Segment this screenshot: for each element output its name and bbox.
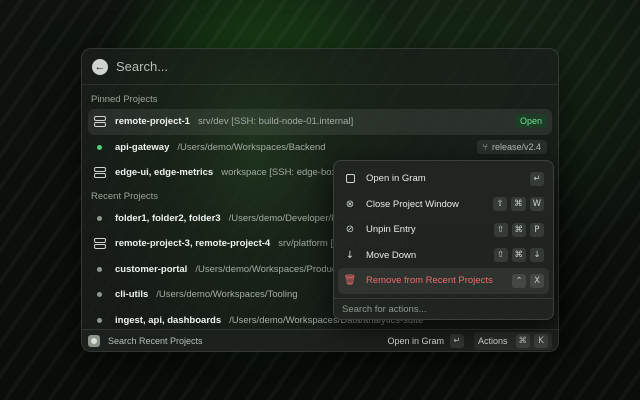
enter-key-icon: ↵	[449, 333, 464, 348]
dot-icon	[97, 292, 102, 298]
project-name: folder1, folder2, folder3	[115, 212, 221, 224]
down-key-icon: ↓	[530, 248, 544, 263]
project-path: /Users/demo/Workspaces/Backend	[177, 141, 326, 153]
trash-icon: 🗑	[343, 275, 357, 287]
search-input[interactable]	[116, 59, 416, 74]
list-item[interactable]: remote-project-1 srv/dev [SSH: build-nod…	[88, 109, 552, 135]
server-icon	[93, 167, 106, 179]
file-icon	[344, 174, 356, 184]
unpin-icon: ⊘	[345, 224, 355, 236]
server-icon	[93, 238, 106, 250]
action-unpin-entry[interactable]: ⊘ Unpin Entry ⇧ ⌘ P	[338, 217, 549, 243]
footer-label: Search Recent Projects	[108, 335, 203, 346]
project-name: remote-project-1	[115, 116, 190, 128]
search-bar: ←	[82, 49, 558, 85]
branch-badge: ⑂ release/v2.4	[476, 139, 547, 154]
shift-key-icon: ⇧	[493, 222, 508, 237]
actions-button[interactable]: Actions ⌘ K	[473, 331, 552, 350]
list-item[interactable]: api-gateway /Users/demo/Workspaces/Backe…	[88, 135, 552, 161]
app-logo-icon	[88, 334, 100, 347]
command-key-icon: ⌘	[511, 222, 526, 237]
k-key-icon: K	[534, 333, 548, 348]
open-badge: Open	[514, 114, 547, 128]
shift-key-icon: ⇧	[493, 197, 508, 212]
project-name: edge-ui, edge-metrics	[115, 167, 214, 179]
action-remove-from-recent[interactable]: 🗑 Remove from Recent Projects ⌃ X	[338, 268, 549, 294]
project-path: /Users/demo/Workspaces/Tooling	[156, 289, 298, 301]
shift-key-icon: ⇧	[493, 248, 508, 263]
command-key-icon: ⌘	[511, 248, 526, 263]
command-key-icon: ⌘	[511, 197, 526, 212]
command-key-icon: ⌘	[515, 333, 530, 348]
server-icon	[93, 116, 106, 128]
x-key-icon: X	[530, 273, 544, 288]
section-title-pinned: Pinned Projects	[91, 94, 158, 105]
enter-key-icon: ↵	[530, 171, 544, 186]
close-circle-icon: ⊗	[345, 198, 355, 210]
project-path: srv/dev [SSH: build-node-01.internal]	[197, 116, 354, 128]
p-key-icon: P	[530, 222, 544, 237]
action-label: Unpin Entry	[366, 224, 416, 236]
actions-search-input[interactable]	[342, 304, 545, 315]
control-key-icon: ⌃	[512, 273, 526, 288]
project-name: ingest, api, dashboards	[115, 314, 222, 326]
project-name: remote-project-3, remote-project-4	[115, 238, 271, 250]
git-branch-icon: ⑂	[482, 141, 488, 152]
arrow-down-icon: ↓	[345, 249, 355, 261]
footer-bar: Search Recent Projects Open in Gram ↵ Ac…	[82, 329, 558, 351]
project-name: cli-utils	[115, 289, 149, 301]
project-path: /Users/demo/Workspaces/Product	[195, 263, 340, 275]
actions-search-bar	[334, 298, 553, 319]
branch-name: release/v2.4	[491, 141, 541, 152]
action-label: Move Down	[366, 249, 417, 261]
project-name: api-gateway	[115, 141, 170, 153]
status-dot-icon	[97, 144, 102, 150]
dot-icon	[97, 215, 102, 221]
actions-label: Actions	[477, 335, 508, 346]
action-close-project-window[interactable]: ⊗ Close Project Window ⇧ ⌘ W	[338, 192, 549, 218]
actions-popover: Open in Gram ↵ ⊗ Close Project Window ⇧ …	[333, 160, 554, 320]
dot-icon	[97, 266, 102, 272]
project-name: customer-portal	[115, 263, 188, 275]
action-label: Open in Gram	[366, 173, 426, 185]
open-in-gram-button[interactable]: Open in Gram ↵	[387, 333, 464, 348]
w-key-icon: W	[529, 197, 544, 212]
action-move-down[interactable]: ↓ Move Down ⇧ ⌘ ↓	[338, 243, 549, 269]
action-label: Close Project Window	[366, 198, 459, 210]
actions-list: Open in Gram ↵ ⊗ Close Project Window ⇧ …	[334, 161, 553, 298]
dot-icon	[97, 317, 102, 323]
back-arrow-icon[interactable]: ←	[92, 58, 108, 75]
action-label: Remove from Recent Projects	[366, 275, 493, 287]
open-in-gram-label: Open in Gram	[387, 335, 444, 346]
action-open-in-gram[interactable]: Open in Gram ↵	[338, 166, 549, 192]
